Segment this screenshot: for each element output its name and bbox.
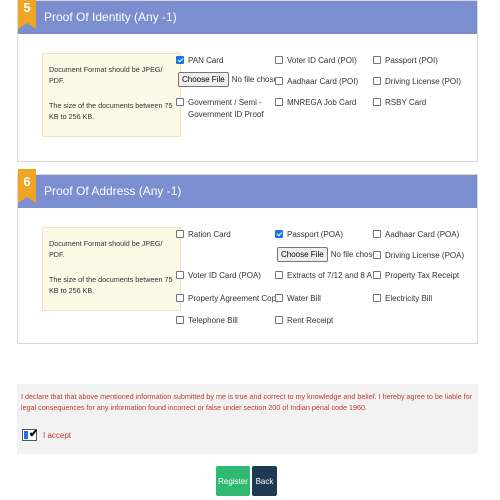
- step-badge-5: 5: [18, 0, 36, 29]
- ration-card-checkbox[interactable]: [176, 230, 184, 238]
- water-bill-checkbox[interactable]: [275, 294, 283, 302]
- address-option-agreement[interactable]: Property Agreement Copy: [176, 293, 280, 304]
- govt-id-label: Government / Semi - Government ID Proof: [188, 98, 264, 119]
- aadhaar-poi-checkbox[interactable]: [275, 77, 283, 85]
- property-tax-checkbox[interactable]: [373, 271, 381, 279]
- property-tax-label: Property Tax Receipt: [385, 271, 460, 280]
- address-option-ration[interactable]: Ration Card: [176, 229, 231, 240]
- rent-receipt-label: Rent Receipt: [287, 316, 334, 325]
- address-format-note: Document Format should be JPEG/ PDF.: [49, 239, 163, 259]
- govt-id-checkbox[interactable]: [176, 98, 184, 106]
- water-bill-label: Water Bill: [287, 294, 321, 303]
- driving-poi-checkbox[interactable]: [373, 77, 381, 85]
- passport-poa-checkbox[interactable]: [275, 230, 283, 238]
- property-agreement-label: Property Agreement Copy: [188, 294, 281, 303]
- passport-poi-checkbox[interactable]: [373, 56, 381, 64]
- pan-card-label: PAN Card: [188, 56, 224, 65]
- address-option-voter[interactable]: Voter ID Card (POA): [176, 270, 261, 281]
- declaration-panel: I declare that that above mentioned info…: [17, 384, 478, 454]
- aadhaar-poa-checkbox[interactable]: [373, 230, 381, 238]
- aadhaar-poi-label: Aadhaar Card (POI): [287, 77, 359, 86]
- back-button[interactable]: Back: [252, 466, 277, 496]
- address-option-water[interactable]: Water Bill: [275, 293, 321, 304]
- telephone-bill-checkbox[interactable]: [176, 316, 184, 324]
- identity-option-mnrega[interactable]: MNREGA Job Card: [275, 97, 356, 108]
- address-option-passport[interactable]: Passport (POA): [275, 229, 343, 240]
- electricity-bill-label: Electricity Bill: [385, 294, 433, 303]
- aadhaar-poa-label: Aadhaar Card (POA): [385, 230, 460, 239]
- identity-size-note: The size of the documents between 75 KB …: [49, 101, 173, 121]
- rsby-checkbox[interactable]: [373, 98, 381, 106]
- proof-of-identity-section: 5 Proof Of Identity (Any -1) Document Fo…: [17, 0, 478, 162]
- telephone-bill-label: Telephone Bill: [188, 316, 238, 325]
- mnrega-checkbox[interactable]: [275, 98, 283, 106]
- voter-id-poi-checkbox[interactable]: [275, 56, 283, 64]
- extracts-checkbox[interactable]: [275, 271, 283, 279]
- accept-checkbox-fill: [24, 431, 28, 439]
- identity-option-rsby[interactable]: RSBY Card: [373, 97, 426, 108]
- identity-file-upload[interactable]: Choose File No file chosen: [178, 72, 282, 87]
- accept-checkbox[interactable]: ✔: [22, 428, 39, 441]
- identity-option-pan[interactable]: PAN Card: [176, 55, 223, 66]
- voter-id-poa-label: Voter ID Card (POA): [188, 271, 261, 280]
- voter-id-poa-checkbox[interactable]: [176, 271, 184, 279]
- voter-id-poi-label: Voter ID Card (POI): [287, 56, 357, 65]
- electricity-bill-checkbox[interactable]: [373, 294, 381, 302]
- passport-poi-label: Passport (POI): [385, 56, 438, 65]
- identity-option-passport[interactable]: Passport (POI): [373, 55, 438, 66]
- address-size-note: The size of the documents between 75 KB …: [49, 275, 173, 295]
- identity-option-driving[interactable]: Driving License (POI): [373, 76, 461, 87]
- address-section-header: 6 Proof Of Address (Any -1): [18, 169, 477, 208]
- address-option-rent[interactable]: Rent Receipt: [275, 315, 333, 326]
- address-file-upload[interactable]: Choose File No file chosen: [277, 247, 381, 262]
- rent-receipt-checkbox[interactable]: [275, 316, 283, 324]
- extracts-label: Extracts of 7/12 and 8 A: [287, 271, 372, 280]
- address-choose-file-button[interactable]: Choose File: [277, 247, 328, 262]
- address-option-aadhaar[interactable]: Aadhaar Card (POA): [373, 229, 459, 240]
- address-option-telephone[interactable]: Telephone Bill: [176, 315, 238, 326]
- identity-section-title: Proof Of Identity (Any -1): [44, 10, 177, 24]
- driving-poa-label: Driving License (POA): [385, 251, 465, 260]
- address-option-property-tax[interactable]: Property Tax Receipt: [373, 270, 459, 281]
- address-section-title: Proof Of Address (Any -1): [44, 184, 182, 198]
- identity-info-box: Document Format should be JPEG/ PDF. The…: [42, 53, 181, 137]
- passport-poa-label: Passport (POA): [287, 230, 344, 239]
- identity-choose-file-button[interactable]: Choose File: [178, 72, 229, 87]
- identity-format-note: Document Format should be JPEG/ PDF.: [49, 65, 163, 85]
- address-option-driving[interactable]: Driving License (POA): [373, 250, 464, 261]
- address-option-electricity[interactable]: Electricity Bill: [373, 293, 432, 304]
- address-info-box: Document Format should be JPEG/ PDF. The…: [42, 227, 181, 311]
- pan-card-checkbox[interactable]: [176, 56, 184, 64]
- ration-card-label: Ration Card: [188, 230, 231, 239]
- mnrega-label: MNREGA Job Card: [287, 98, 357, 107]
- identity-option-voter[interactable]: Voter ID Card (POI): [275, 55, 357, 66]
- step-badge-6: 6: [18, 169, 36, 203]
- accept-row[interactable]: ✔ I accept: [22, 428, 72, 441]
- identity-option-aadhaar[interactable]: Aadhaar Card (POI): [275, 76, 358, 87]
- declaration-text: I declare that that above mentioned info…: [21, 392, 473, 412]
- register-button[interactable]: Register: [216, 466, 250, 496]
- driving-poi-label: Driving License (POI): [385, 77, 462, 86]
- identity-option-govt[interactable]: Government / Semi - Government ID Proof: [176, 97, 266, 121]
- property-agreement-checkbox[interactable]: [176, 294, 184, 302]
- identity-section-header: 5 Proof Of Identity (Any -1): [18, 0, 477, 34]
- checkmark-icon: ✔: [29, 428, 39, 440]
- accept-label: I accept: [43, 430, 72, 440]
- proof-of-address-section: 6 Proof Of Address (Any -1) Document For…: [17, 169, 478, 344]
- rsby-label: RSBY Card: [385, 98, 427, 107]
- address-option-extracts[interactable]: Extracts of 7/12 and 8 A: [275, 270, 372, 281]
- driving-poa-checkbox[interactable]: [373, 251, 381, 259]
